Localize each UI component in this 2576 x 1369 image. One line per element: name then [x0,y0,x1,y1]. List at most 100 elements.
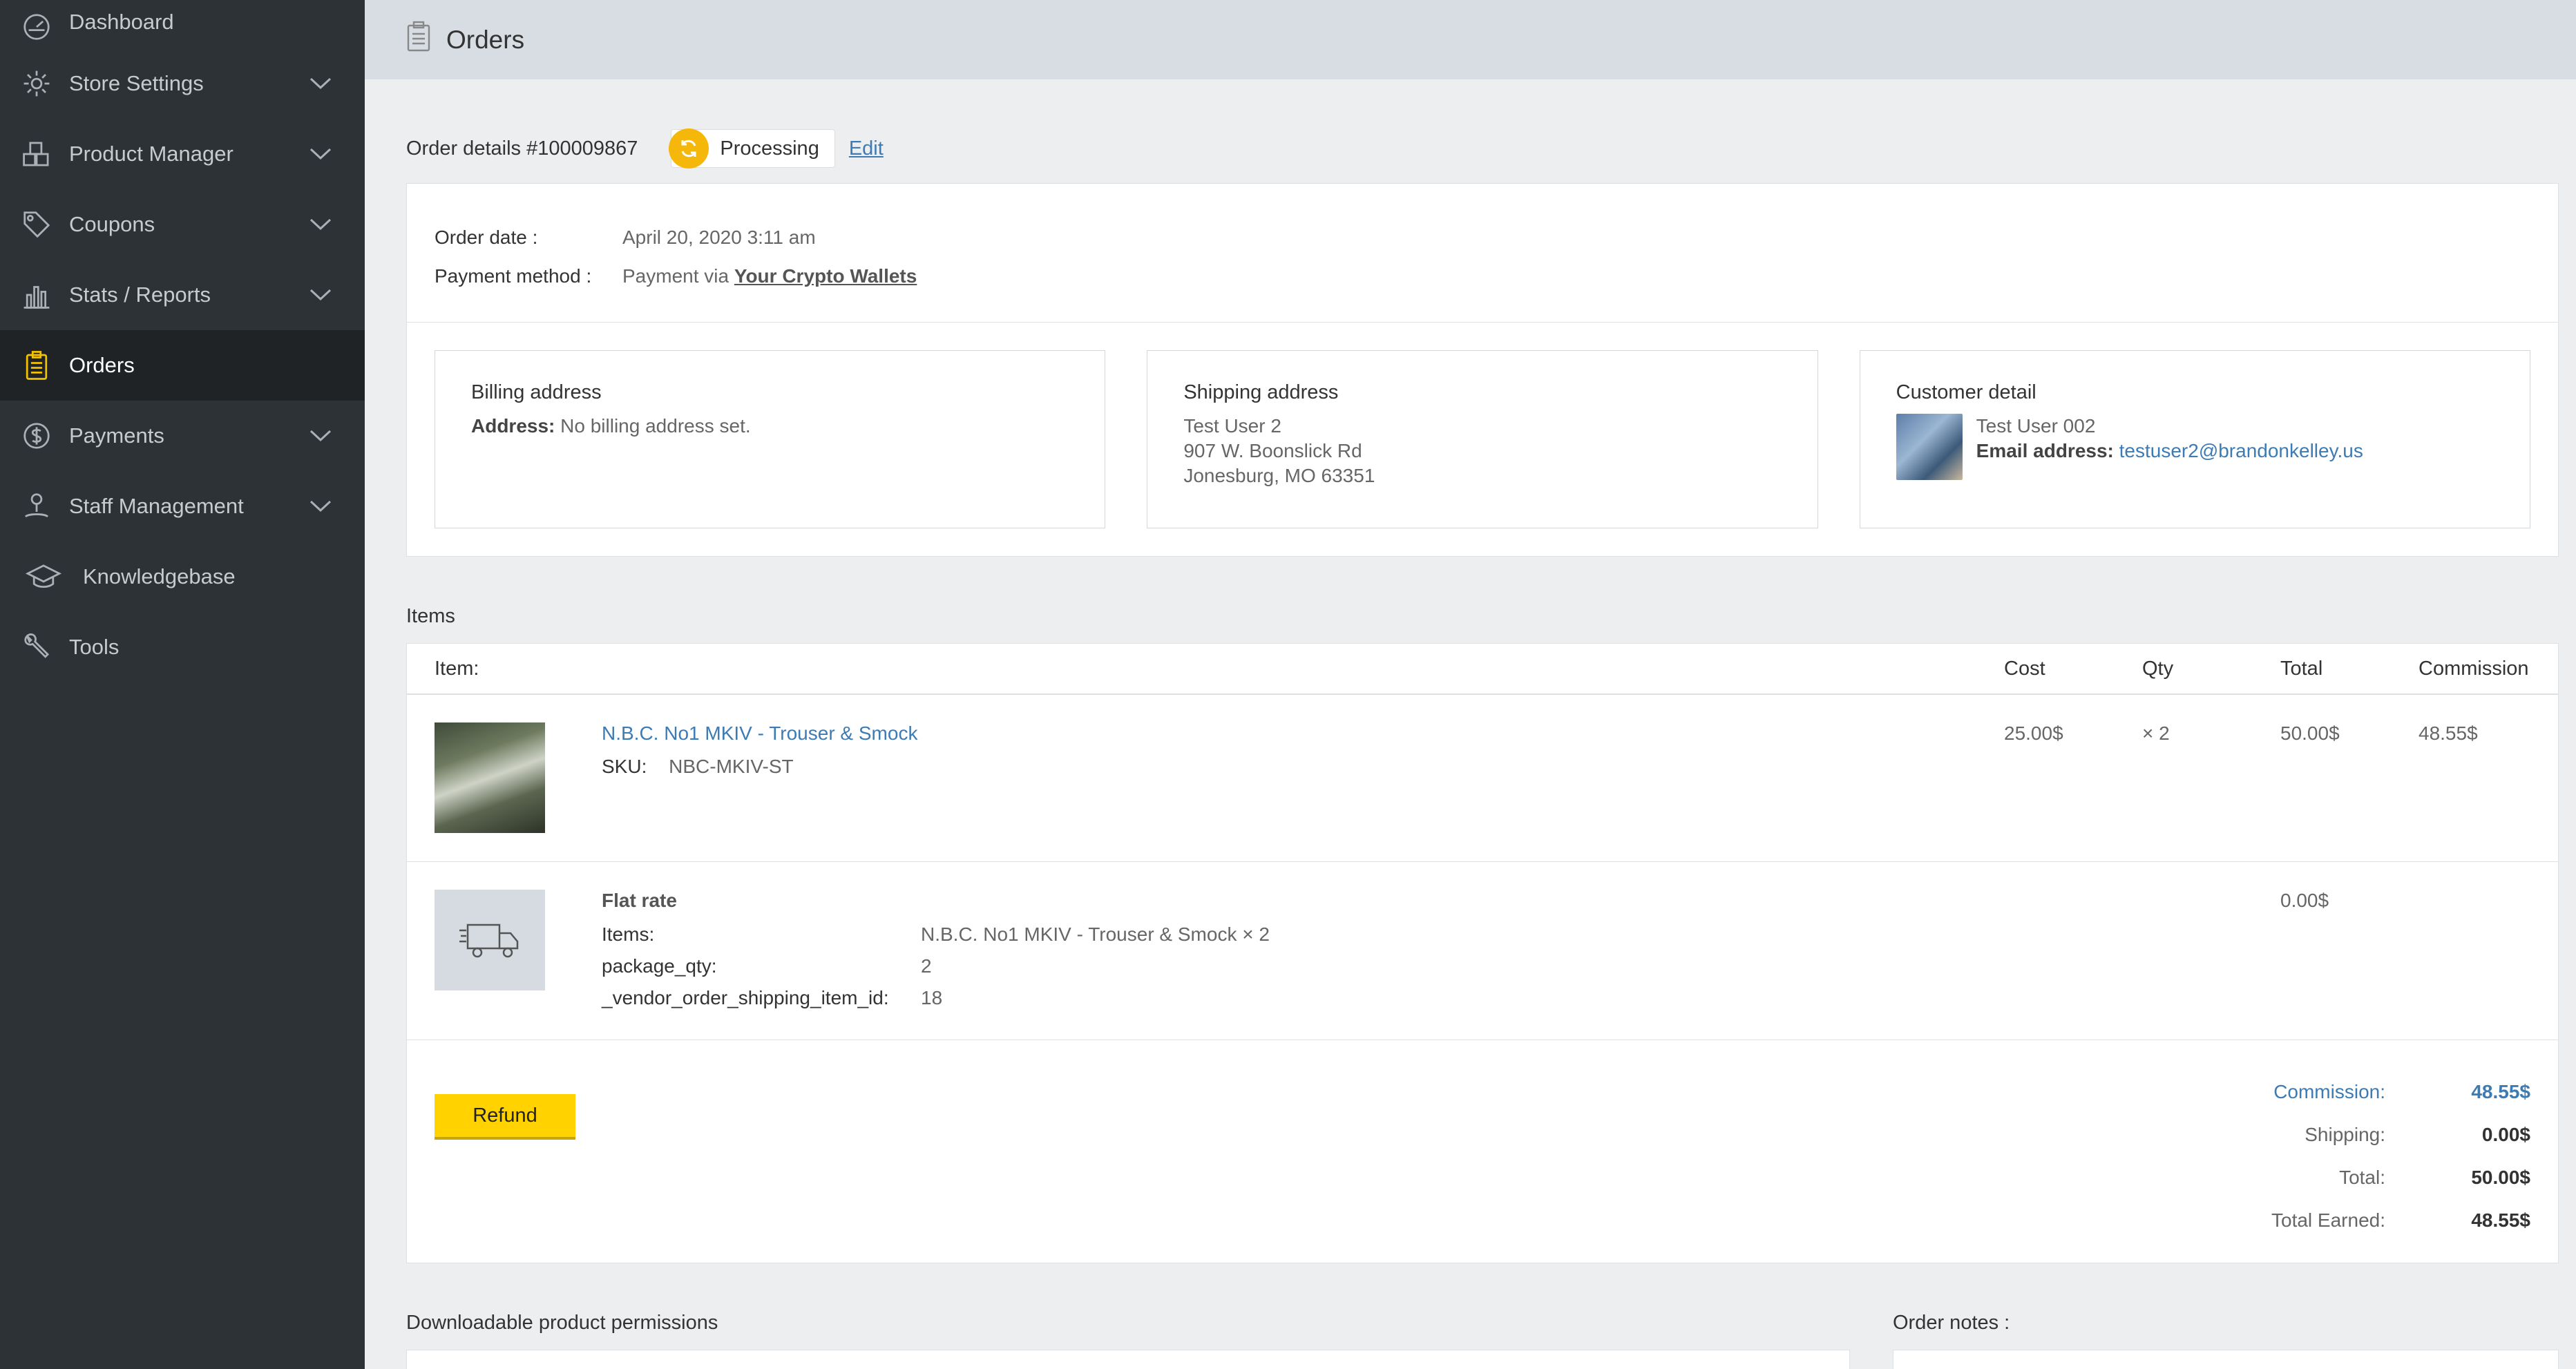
billing-address-value: No billing address set. [560,415,751,437]
product-name-link[interactable]: N.B.C. No1 MKIV - Trouser & Smock [602,722,2004,745]
sidebar-item-label: Staff Management [69,494,244,518]
wrench-icon [19,630,54,664]
customer-email: Email address: testuser2@brandonkelley.u… [1976,439,2363,463]
product-cost: 25.00$ [2004,722,2063,744]
order-notes-title: Order notes : [1893,1312,2010,1334]
total-label: Total: [2339,1167,2385,1188]
header-commission: Commission [2418,657,2529,680]
sidebar-item-store-settings[interactable]: Store Settings [0,48,365,119]
sidebar-item-product-manager[interactable]: Product Manager [0,119,365,189]
dollar-icon [19,419,54,453]
chevron-down-icon[interactable] [309,212,332,237]
shipping-address-card: Shipping address Test User 2 907 W. Boon… [1147,350,1818,528]
payment-method-label: Payment method : [435,265,592,287]
order-panel: Order date : April 20, 2020 3:11 am Paym… [406,183,2559,557]
boxes-icon [19,137,54,171]
edit-status-link[interactable]: Edit [849,137,884,160]
sidebar-item-stats-reports[interactable]: Stats / Reports [0,260,365,330]
product-total: 50.00$ [2280,722,2340,744]
sidebar-item-orders[interactable]: Orders [0,330,365,401]
avatar [1896,414,1963,480]
sidebar-item-label: Product Manager [69,142,233,166]
table-row: Flat rate Items: N.B.C. No1 MKIV - Trous… [407,862,2558,1040]
clipboard-icon [19,348,54,383]
shipping-line-1: Test User 2 [1183,415,1281,437]
shipping-method-title: Flat rate [602,890,677,911]
sidebar-item-coupons[interactable]: Coupons [0,189,365,260]
sidebar-item-label: Coupons [69,212,155,236]
order-title: Order details #100009867 [406,137,638,160]
sidebar: Dashboard Store Settings Product Manager… [0,0,365,1369]
package-qty-label: package_qty: [602,955,717,977]
product-qty: × 2 [2142,722,2170,744]
chevron-down-icon[interactable] [309,71,332,96]
billing-address: Address: No billing address set. [471,414,1069,439]
shipping-total: 0.00$ [2280,890,2329,911]
clipboard-icon [405,21,446,59]
table-row: N.B.C. No1 MKIV - Trouser & Smock SKU: N… [407,695,2558,862]
commission-label: Commission: [2273,1081,2385,1102]
chevron-down-icon[interactable] [309,423,332,448]
chevron-down-icon[interactable] [309,142,332,166]
sidebar-item-tools[interactable]: Tools [0,612,365,682]
user-pin-icon [19,489,54,524]
payment-method-value: Payment via Your Crypto Wallets [622,265,917,287]
shipping-items-label: Items: [602,923,655,945]
sidebar-item-label: Tools [69,635,120,659]
billing-address-label: Address: [471,415,555,437]
header-item: Item: [435,657,479,680]
vendor-shipping-id-value: 18 [921,987,943,1008]
truck-icon [459,923,519,958]
items-table: Item: Cost Qty Total Commission N.B.C. N… [406,643,2559,1263]
gear-icon [19,66,54,101]
sidebar-item-staff-management[interactable]: Staff Management [0,471,365,542]
billing-title: Billing address [471,381,602,403]
main-content: Orders Order details #100009867 Processi… [365,0,2576,1369]
empty-cell [2142,890,2280,1012]
customer-detail-card: Customer detail Test User 002 Email addr… [1859,350,2530,528]
order-date-value: April 20, 2020 3:11 am [622,227,816,248]
dashboard-icon [19,10,54,44]
customer-name: Test User 002 [1976,415,2096,437]
total-earned-value: 48.55$ [2471,1209,2530,1231]
commission-value: 48.55$ [2471,1081,2530,1102]
order-header: Order details #100009867 Processing Edit [406,114,2559,183]
refund-button[interactable]: Refund [435,1094,575,1140]
page-title: Orders [446,25,525,54]
empty-cell [2418,890,2530,1012]
bar-chart-icon [19,278,54,312]
tag-icon [19,207,54,242]
customer-email-link[interactable]: testuser2@brandonkelley.us [2119,440,2363,461]
empty-cell [2004,890,2142,1012]
sidebar-item-payments[interactable]: Payments [0,401,365,471]
header-qty: Qty [2142,657,2174,680]
customer-title: Customer detail [1896,381,2036,403]
sidebar-item-label: Orders [69,353,135,377]
product-thumbnail[interactable] [435,722,545,833]
sidebar-item-knowledgebase[interactable]: Knowledgebase [0,542,365,612]
billing-address-card: Billing address Address: No billing addr… [435,350,1106,528]
sidebar-item-dashboard[interactable]: Dashboard [0,0,365,48]
refresh-icon [669,128,709,169]
chevron-down-icon[interactable] [309,283,332,307]
payment-prefix: Payment via [622,265,729,287]
shipping-label: Shipping: [2305,1124,2385,1145]
status-badge: Processing [669,128,835,169]
sku-label: SKU: [602,756,647,777]
shipping-line-3: Jonesburg, MO 63351 [1183,465,1375,486]
sidebar-item-label: Dashboard [69,10,174,34]
sidebar-item-label: Store Settings [69,71,204,95]
shipping-thumbnail [435,890,545,990]
order-totals: Commission: 48.55$ Shipping: 0.00$ Total… [2047,1071,2530,1242]
status-label: Processing [720,137,819,160]
order-date-label: Order date : [435,227,538,248]
payment-gateway-link[interactable]: Your Crypto Wallets [734,265,917,287]
total-value: 50.00$ [2471,1167,2530,1188]
chevron-down-icon[interactable] [309,494,332,519]
email-label: Email address: [1976,440,2114,461]
downloads-title: Downloadable product permissions [406,1312,718,1334]
sidebar-item-label: Stats / Reports [69,283,211,307]
graduation-cap-icon [19,559,68,594]
totals-area: Refund Commission: 48.55$ Shipping: 0.00… [407,1040,2558,1263]
header-total: Total [2280,657,2323,680]
